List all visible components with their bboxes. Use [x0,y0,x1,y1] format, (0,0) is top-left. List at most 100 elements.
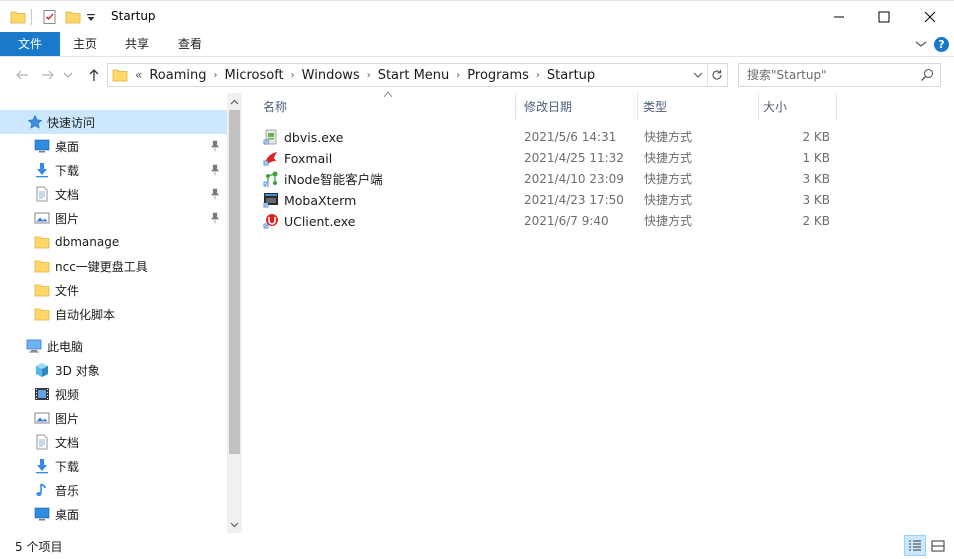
search-icon[interactable] [920,68,934,82]
pin-icon[interactable] [209,188,221,200]
item-count: 5 个项目 [15,540,63,554]
address-history-button[interactable] [691,64,705,86]
breadcrumb-microsoft[interactable]: Microsoft [221,68,286,83]
address-bar[interactable]: « Roaming › Microsoft › Windows › Start … [107,63,728,87]
minimize-button[interactable] [816,1,862,33]
nav-this-pc[interactable]: 此电脑 [0,334,227,358]
title-bar: Startup [0,0,954,32]
scroll-up-button[interactable] [227,93,242,110]
nav-item-downloads[interactable]: 下载 [0,158,227,182]
file-row[interactable]: dbvis.exe 2021/5/6 14:31 快捷方式 2 KB [258,127,838,148]
file-date: 2021/4/25 11:32 [524,151,624,165]
nav-item-label: 图片 [55,411,80,426]
chevron-right-icon[interactable]: › [532,70,544,81]
file-row[interactable]: iNode智能客户端 2021/4/10 23:09 快捷方式 3 KB [258,169,838,190]
breadcrumb-windows[interactable]: Windows [299,68,363,83]
details-view-button[interactable] [904,535,926,556]
file-name: dbvis.exe [284,130,344,145]
nav-item-automation-scripts[interactable]: 自动化脚本 [0,302,227,326]
nav-pc-downloads[interactable]: 下载 [0,454,227,478]
help-button[interactable]: ? [934,37,949,52]
large-icons-view-button[interactable] [927,535,949,556]
nav-pc-music[interactable]: 音乐 [0,478,227,502]
search-input[interactable] [747,67,917,83]
maximize-button[interactable] [861,1,907,33]
breadcrumb-overflow[interactable]: « [131,68,146,82]
arrow-right-icon [42,70,54,80]
close-button[interactable] [907,1,953,33]
customize-toolbar-icon[interactable] [86,9,96,25]
tab-view[interactable]: 查看 [165,32,215,56]
folder-icon [34,282,50,298]
nav-item-pictures[interactable]: 图片 [0,206,227,230]
file-size: 1 KB [802,151,830,165]
breadcrumb-start-menu[interactable]: Start Menu [375,68,453,83]
nav-pane-scrollbar[interactable] [227,93,242,533]
close-icon [924,11,936,23]
properties-icon[interactable] [42,9,58,25]
nav-item-dbmanage[interactable]: dbmanage [0,230,227,254]
column-header-size[interactable]: 大小 [742,93,837,121]
scroll-down-button[interactable] [227,516,242,533]
nav-item-documents[interactable]: 文档 [0,182,227,206]
nav-pc-documents[interactable]: 文档 [0,430,227,454]
star-icon [27,114,43,130]
nav-item-desktop[interactable]: 桌面 [0,134,227,158]
desktop-icon [34,506,50,522]
tab-file[interactable]: 文件 [0,32,60,56]
breadcrumb-startup[interactable]: Startup [544,68,598,83]
nav-item-files[interactable]: 文件 [0,278,227,302]
tab-share[interactable]: 共享 [112,32,162,56]
nav-pc-3d-objects[interactable]: 3D 对象 [0,358,227,382]
file-size: 3 KB [802,193,830,207]
nav-pc-desktop[interactable]: 桌面 [0,502,227,526]
nav-quick-access[interactable]: 快速访问 [0,110,227,134]
uclient-icon [263,214,278,229]
pin-icon[interactable] [209,140,221,152]
file-date: 2021/4/23 17:50 [524,193,624,207]
column-header-date[interactable]: 修改日期 [503,93,638,121]
column-header-type[interactable]: 类型 [622,93,759,121]
nav-item-label: dbmanage [55,235,120,249]
nav-item-label: 音乐 [55,483,80,498]
file-type: 快捷方式 [644,130,693,144]
nav-item-label: 文档 [55,187,80,202]
chevron-right-icon[interactable]: › [363,70,375,81]
pin-icon[interactable] [209,212,221,224]
chevron-right-icon[interactable]: › [452,70,464,81]
3d-objects-icon [34,362,50,378]
recent-locations-button[interactable] [62,66,74,84]
chevron-right-icon[interactable]: › [287,70,299,81]
nav-item-ncc-tool[interactable]: ncc一键更盘工具 [0,254,227,278]
pin-icon[interactable] [209,164,221,176]
nav-pc-pictures[interactable]: 图片 [0,406,227,430]
nav-item-label: 文件 [55,283,80,298]
file-row[interactable]: MobaXterm 2021/4/23 17:50 快捷方式 3 KB [258,190,838,211]
up-button[interactable] [85,66,103,84]
chevron-right-icon[interactable]: › [209,70,221,81]
mobaxterm-icon [263,193,278,208]
file-row[interactable]: UClient.exe 2021/6/7 9:40 快捷方式 2 KB [258,211,838,232]
foxmail-icon [263,152,277,166]
nav-pc-videos[interactable]: 视频 [0,382,227,406]
file-row[interactable]: Foxmail 2021/4/25 11:32 快捷方式 1 KB [258,148,838,169]
tab-home[interactable]: 主页 [60,32,110,56]
forward-button[interactable] [39,66,57,84]
desktop-icon [34,138,50,154]
column-header-name[interactable]: 名称 [242,91,516,121]
breadcrumb-roaming[interactable]: Roaming [146,68,209,83]
search-box[interactable] [738,63,941,87]
chevron-down-icon [230,522,239,527]
refresh-button[interactable] [707,64,725,86]
status-bar: 5 个项目 [0,533,954,559]
back-button[interactable] [13,66,31,84]
folder-icon [34,258,50,274]
refresh-icon [711,69,722,80]
scrollbar-thumb[interactable] [229,110,240,454]
new-folder-icon[interactable] [65,9,81,25]
column-header-label: 类型 [643,100,668,114]
pictures-icon [34,210,50,226]
breadcrumb-programs[interactable]: Programs [464,68,532,83]
quick-access-separator [31,9,32,25]
expand-ribbon-button[interactable] [914,37,928,51]
